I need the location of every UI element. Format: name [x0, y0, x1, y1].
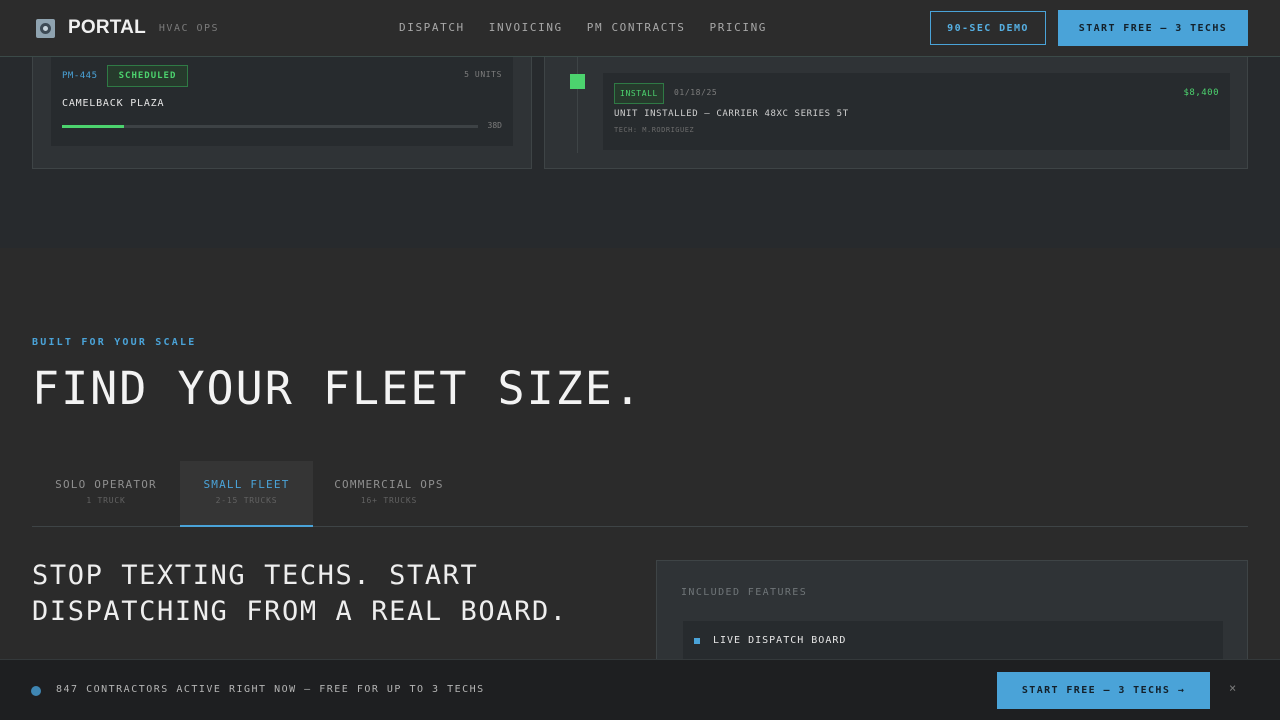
status-dot-icon [31, 686, 41, 696]
tab-sublabel: 1 TRUCK [86, 496, 126, 505]
timeline-line [577, 41, 578, 153]
contract-id: PM-445 [62, 71, 98, 81]
progress-fill [62, 125, 125, 128]
pm-contract-card: PM-445 SCHEDULED 5 UNITS CAMELBACK PLAZA… [32, 40, 532, 169]
tab-label: SOLO OPERATOR [55, 478, 157, 491]
fleet-size-tabs: SOLO OPERATOR 1 TRUCK SMALL FLEET 2-15 T… [32, 461, 1248, 527]
tab-small-fleet[interactable]: SMALL FLEET 2-15 TRUCKS [180, 461, 313, 527]
tab-label: COMMERCIAL OPS [334, 478, 444, 491]
features-title: INCLUDED FEATURES [681, 587, 808, 598]
active-contractors-text: 847 CONTRACTORS ACTIVE RIGHT NOW — FREE … [56, 684, 485, 695]
section-headline: FIND YOUR FLEET SIZE. [32, 362, 643, 415]
feature-item: LIVE DISPATCH BOARD [683, 621, 1223, 661]
tab-solo-operator[interactable]: SOLO OPERATOR 1 TRUCK [32, 461, 180, 527]
included-features-panel: INCLUDED FEATURES LIVE DISPATCH BOARD [656, 560, 1248, 670]
unit-count: 5 UNITS [464, 70, 502, 79]
days-remaining: 38D [487, 121, 502, 130]
pm-contract-row[interactable]: PM-445 SCHEDULED 5 UNITS CAMELBACK PLAZA… [51, 51, 513, 146]
feature-label: LIVE DISPATCH BOARD [713, 635, 847, 646]
plan-tagline: STOP TEXTING TECHS. START DISPATCHING FR… [32, 560, 568, 627]
logo-subtitle: HVAC OPS [158, 22, 220, 34]
nav-dispatch[interactable]: DISPATCH [399, 21, 465, 34]
tab-sublabel: 16+ TRUCKS [360, 496, 418, 505]
logo[interactable]: PORTAL HVAC OPS [36, 17, 219, 39]
site-header: PORTAL HVAC OPS DISPATCH INVOICING PM CO… [0, 0, 1280, 57]
status-badge: SCHEDULED [107, 65, 188, 87]
tab-label: SMALL FLEET [203, 478, 290, 491]
close-icon[interactable]: × [1229, 681, 1236, 695]
event-tech: TECH: M.RODRIGUEZ [614, 126, 695, 134]
logo-icon [36, 18, 55, 38]
demo-button[interactable]: 90-SEC DEMO [930, 11, 1046, 45]
nav-pricing[interactable]: PRICING [709, 21, 767, 34]
event-type-badge: INSTALL [614, 83, 664, 104]
progress-track [62, 125, 478, 128]
sticky-start-free-button[interactable]: START FREE — 3 TECHS → [997, 672, 1210, 709]
start-free-button[interactable]: START FREE — 3 TECHS [1058, 10, 1248, 46]
nav-invoicing[interactable]: INVOICING [489, 21, 563, 34]
event-title: UNIT INSTALLED — CARRIER 48XC SERIES 5T [614, 109, 849, 119]
sticky-cta-bar: 847 CONTRACTORS ACTIVE RIGHT NOW — FREE … [0, 659, 1280, 720]
tab-sublabel: 2-15 TRUCKS [215, 496, 278, 505]
job-timeline-card: INSTALL 01/18/25 $8,400 UNIT INSTALLED —… [544, 40, 1248, 169]
logo-text: PORTAL [68, 17, 146, 38]
nav-pm-contracts[interactable]: PM CONTRACTS [587, 21, 686, 34]
event-amount: $8,400 [1183, 88, 1219, 98]
timeline-event[interactable]: INSTALL 01/18/25 $8,400 UNIT INSTALLED —… [603, 73, 1230, 150]
site-name: CAMELBACK PLAZA [62, 98, 165, 109]
event-date: 01/18/25 [674, 88, 718, 97]
section-eyebrow: BUILT FOR YOUR SCALE [32, 337, 197, 348]
tab-commercial-ops[interactable]: COMMERCIAL OPS 16+ TRUCKS [313, 461, 465, 527]
timeline-marker [570, 74, 585, 89]
main-nav: DISPATCH INVOICING PM CONTRACTS PRICING [399, 21, 767, 34]
bullet-icon [694, 638, 700, 644]
